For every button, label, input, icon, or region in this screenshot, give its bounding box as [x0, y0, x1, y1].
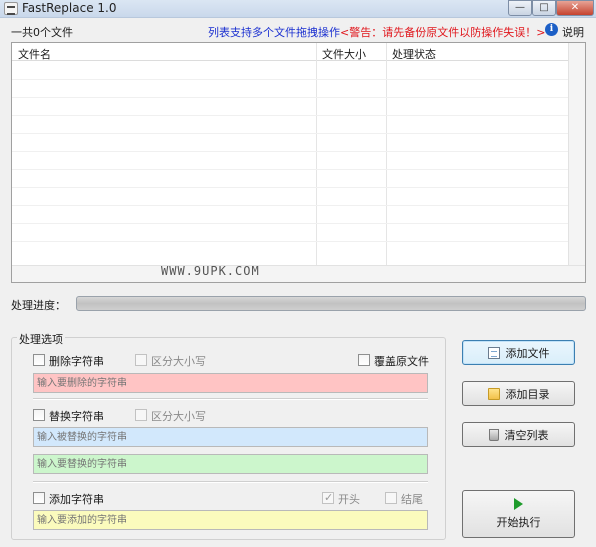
row-gridline	[12, 133, 585, 134]
add-string-label[interactable]: 添加字符串	[49, 491, 104, 507]
row-gridline	[12, 169, 585, 170]
row-gridline	[12, 205, 585, 206]
drag-tip: 列表支持多个文件拖拽操作	[208, 26, 340, 39]
progress-label: 处理进度：	[11, 299, 66, 312]
vertical-scrollbar[interactable]	[568, 43, 585, 282]
watermark: WWW.9UPK.COM	[161, 264, 260, 278]
find-string-input[interactable]	[33, 427, 428, 447]
append-label[interactable]: 结尾	[401, 491, 423, 507]
overwrite-label[interactable]: 覆盖原文件	[374, 353, 429, 369]
row-gridline	[12, 115, 585, 116]
options-group-title: 处理选项	[17, 331, 65, 347]
prepend-label[interactable]: 开头	[338, 491, 360, 507]
file-list[interactable]: 文件名 文件大小 处理状态	[11, 42, 586, 283]
add-string-checkbox[interactable]	[33, 492, 45, 504]
delete-case-sensitive-checkbox[interactable]	[135, 354, 147, 366]
horizontal-scrollbar[interactable]	[12, 265, 585, 282]
play-icon	[514, 498, 523, 510]
section-divider	[33, 398, 428, 400]
prepend-checkbox[interactable]	[322, 491, 334, 504]
file-list-header: 文件名 文件大小 处理状态	[12, 43, 585, 61]
add-directory-button[interactable]: 添加目录	[462, 381, 575, 406]
minimize-button[interactable]: —	[508, 0, 532, 16]
delete-string-input[interactable]	[33, 373, 428, 393]
backup-warning: <警告：请先备份原文件以防操作失误！>	[340, 26, 546, 39]
start-button[interactable]: 开始执行	[462, 490, 575, 538]
help-link[interactable]: 说明	[562, 24, 584, 40]
add-directory-label: 添加目录	[505, 387, 550, 401]
file-icon	[487, 346, 500, 359]
delete-string-label[interactable]: 删除字符串	[49, 353, 104, 369]
replacement-string-input[interactable]	[33, 454, 428, 474]
title-bar[interactable]: FastReplace 1.0 — □ ✕	[0, 0, 596, 18]
row-gridline	[12, 97, 585, 98]
window-title: FastReplace 1.0	[22, 1, 117, 15]
add-file-label: 添加文件	[505, 346, 550, 360]
delete-case-sensitive-label[interactable]: 区分大小写	[151, 353, 206, 369]
row-gridline	[12, 151, 585, 152]
row-gridline	[12, 79, 585, 80]
column-header-status[interactable]: 处理状态	[392, 46, 436, 62]
progress-bar	[76, 296, 586, 311]
add-file-button[interactable]: 添加文件	[462, 340, 575, 365]
replace-case-sensitive-checkbox[interactable]	[135, 409, 147, 421]
row-gridline	[12, 187, 585, 188]
clear-list-button[interactable]: 清空列表	[462, 422, 575, 447]
trash-icon	[488, 428, 499, 441]
section-divider	[33, 481, 428, 483]
close-button[interactable]: ✕	[556, 0, 594, 16]
replace-string-checkbox[interactable]	[33, 409, 45, 421]
replace-string-label[interactable]: 替换字符串	[49, 408, 104, 424]
overwrite-checkbox[interactable]	[358, 354, 370, 366]
column-header-name[interactable]: 文件名	[18, 46, 51, 62]
add-string-input[interactable]	[33, 510, 428, 530]
start-label: 开始执行	[496, 516, 541, 529]
append-checkbox[interactable]	[385, 492, 397, 504]
folder-icon	[487, 387, 500, 400]
file-count: 一共0个文件	[11, 26, 73, 39]
replace-case-sensitive-label[interactable]: 区分大小写	[151, 408, 206, 424]
clear-list-label: 清空列表	[504, 428, 549, 442]
row-gridline	[12, 241, 585, 242]
maximize-button[interactable]: □	[532, 0, 556, 16]
row-gridline	[12, 223, 585, 224]
app-icon	[4, 2, 18, 15]
info-icon[interactable]: i	[545, 23, 558, 36]
column-header-size[interactable]: 文件大小	[322, 46, 366, 62]
delete-string-checkbox[interactable]	[33, 354, 45, 366]
